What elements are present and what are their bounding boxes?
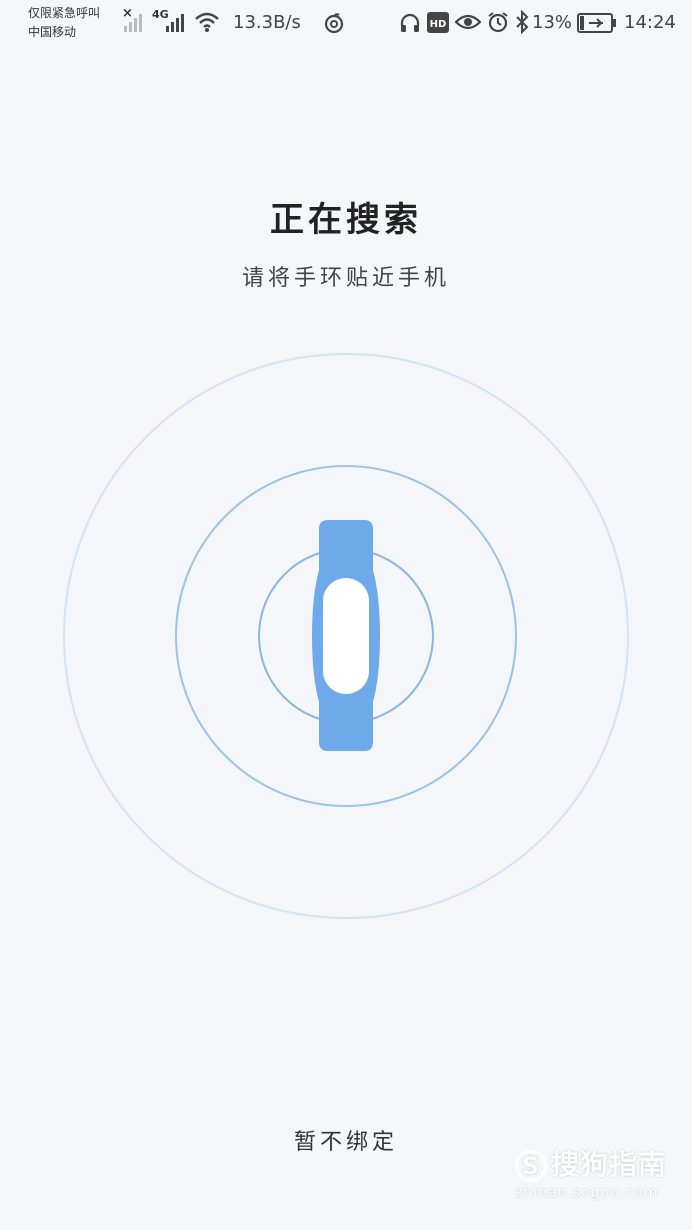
alarm-icon bbox=[488, 12, 508, 33]
signal-4g-icon bbox=[166, 14, 184, 32]
hd-icon: HD bbox=[427, 12, 449, 33]
search-radar-illustration bbox=[63, 353, 629, 919]
instruction-text: 请将手环贴近手机 bbox=[241, 266, 450, 291]
watermark-url: zhinan.sogou.com bbox=[515, 1185, 659, 1201]
band-screen bbox=[323, 578, 369, 694]
svg-text:HD: HD bbox=[430, 19, 447, 30]
emergency-only-text: 仅限紧急呼叫 bbox=[28, 6, 101, 20]
carrier-name: 中国移动 bbox=[28, 25, 77, 39]
page-title: 正在搜索 bbox=[270, 200, 422, 240]
fitness-band-icon bbox=[312, 520, 380, 751]
signal-weak-icon bbox=[124, 14, 142, 32]
eye-icon bbox=[455, 14, 481, 30]
wifi-icon bbox=[195, 12, 219, 32]
watermark: S 搜狗指南 zhinan.sogou.com bbox=[515, 1143, 667, 1201]
battery-charging-icon bbox=[577, 13, 616, 33]
netease-music-icon bbox=[324, 13, 344, 34]
sogou-logo-icon: S bbox=[515, 1150, 547, 1182]
net-speed: 13.3B/s bbox=[233, 12, 301, 33]
carrier-info: 仅限紧急呼叫 中国移动 bbox=[28, 4, 100, 42]
headphones-icon bbox=[400, 13, 420, 32]
clock: 14:24 bbox=[624, 12, 676, 33]
bluetooth-icon bbox=[516, 10, 529, 34]
status-bar: 仅限紧急呼叫 中国移动 × 4G 13.3B/s HD 13% 14:24 bbox=[0, 0, 692, 48]
battery-percent: 13% bbox=[532, 12, 573, 33]
watermark-brand: 搜狗指南 bbox=[551, 1148, 668, 1181]
